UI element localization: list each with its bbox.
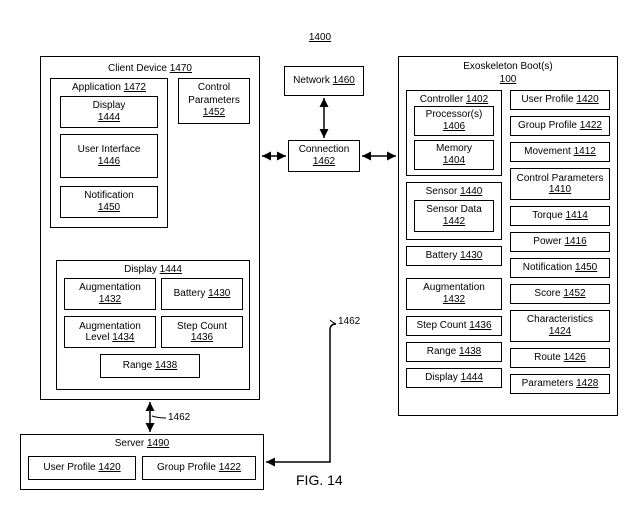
app-notification-box: Notification 1450	[60, 186, 158, 218]
exo-control-params-box: Control Parameters 1410	[510, 168, 610, 200]
exo-characteristics-label: Characteristics	[527, 314, 593, 327]
exo-sensor-data-label: Sensor Data	[426, 204, 482, 217]
exo-power-box: Power 1416	[510, 232, 610, 252]
dp-augmentation-label: Augmentation	[79, 282, 141, 295]
client-device-label: Client Device 1470	[108, 63, 192, 76]
dp-aug-level-label: Augmentation Level 1434	[68, 321, 152, 343]
exo-processor-ref: 1406	[443, 121, 465, 134]
dp-range-box: Range 1438	[100, 354, 200, 378]
app-ui-label: User Interface	[78, 144, 141, 157]
exo-memory-ref: 1404	[443, 155, 465, 168]
app-display-box: Display 1444	[60, 96, 158, 128]
network-label: Network 1460	[293, 75, 355, 88]
exo-sensor-data-box: Sensor Data 1442	[414, 200, 494, 232]
exo-power-label: Power 1416	[533, 236, 586, 249]
exo-notification-label: Notification 1450	[523, 262, 598, 275]
exo-range-label: Range 1438	[427, 346, 482, 359]
exo-display-label: Display 1444	[425, 372, 483, 385]
app-ui-box: User Interface 1446	[60, 134, 158, 178]
dp-step-count-box: Step Count 1436	[161, 316, 243, 348]
exo-torque-label: Torque 1414	[532, 210, 588, 223]
exo-controller-label: Controller 1402	[420, 94, 488, 107]
dp-battery-box: Battery 1430	[161, 278, 243, 310]
app-display-ref: 1444	[98, 112, 120, 125]
exo-step-count-label: Step Count 1436	[416, 320, 491, 333]
connection-box: Connection 1462	[288, 140, 360, 172]
exo-battery-label: Battery 1430	[426, 250, 483, 263]
client-control-params-ref: 1452	[203, 107, 225, 120]
dp-range-label: Range 1438	[123, 360, 178, 373]
network-box: Network 1460	[284, 66, 364, 96]
exo-sensor-label: Sensor 1440	[426, 186, 483, 199]
exo-user-profile-box: User Profile 1420	[510, 90, 610, 110]
server-group-profile-box: Group Profile 1422	[142, 456, 256, 480]
exo-parameters-label: Parameters 1428	[522, 378, 599, 391]
exo-group-profile-box: Group Profile 1422	[510, 116, 610, 136]
dp-augmentation-box: Augmentation 1432	[64, 278, 156, 310]
display-panel-label: Display 1444	[124, 264, 182, 277]
exo-notification-box: Notification 1450	[510, 258, 610, 278]
server-label: Server 1490	[115, 438, 169, 451]
exo-ref: 100	[500, 74, 517, 87]
exo-battery-box: Battery 1430	[406, 246, 502, 266]
app-display-label: Display	[93, 100, 126, 113]
dp-step-count-label: Step Count 1436	[165, 321, 239, 343]
server-group-profile-label: Group Profile 1422	[157, 462, 241, 475]
exo-characteristics-ref: 1424	[549, 326, 571, 339]
server-user-profile-box: User Profile 1420	[28, 456, 136, 480]
exo-parameters-box: Parameters 1428	[510, 374, 610, 394]
app-notification-label: Notification	[84, 190, 133, 203]
exo-label: Exoskeleton Boot(s)	[463, 61, 553, 74]
client-control-params-label: Control Parameters	[182, 82, 246, 107]
exo-group-profile-label: Group Profile 1422	[518, 120, 602, 133]
exo-step-count-box: Step Count 1436	[406, 316, 502, 336]
app-ui-ref: 1446	[98, 156, 120, 169]
exo-range-box: Range 1438	[406, 342, 502, 362]
exo-augmentation-ref: 1432	[443, 294, 465, 307]
exo-route-box: Route 1426	[510, 348, 610, 368]
exo-processor-label: Processor(s)	[426, 109, 483, 122]
client-control-params-box: Control Parameters 1452	[178, 78, 250, 124]
fig-number: 1400	[300, 32, 340, 43]
exo-memory-label: Memory	[436, 143, 472, 156]
exo-display-box: Display 1444	[406, 368, 502, 388]
dp-augmentation-ref: 1432	[99, 294, 121, 307]
exo-augmentation-box: Augmentation 1432	[406, 278, 502, 310]
exo-characteristics-box: Characteristics 1424	[510, 310, 610, 342]
application-label: Application 1472	[72, 82, 146, 95]
exo-score-box: Score 1452	[510, 284, 610, 304]
exo-movement-box: Movement 1412	[510, 142, 610, 162]
exo-user-profile-label: User Profile 1420	[521, 94, 598, 107]
exo-processor-box: Processor(s) 1406	[414, 106, 494, 136]
conn-ref-b: 1462	[338, 316, 360, 327]
exo-movement-label: Movement 1412	[524, 146, 596, 159]
dp-aug-level-box: Augmentation Level 1434	[64, 316, 156, 348]
conn-ref-a: 1462	[168, 412, 190, 423]
fig-caption: FIG. 14	[296, 472, 343, 488]
server-user-profile-label: User Profile 1420	[43, 462, 120, 475]
connection-ref: 1462	[313, 156, 335, 169]
exo-score-label: Score 1452	[534, 288, 585, 301]
exo-route-label: Route 1426	[534, 352, 586, 365]
exo-memory-box: Memory 1404	[414, 140, 494, 170]
exo-augmentation-label: Augmentation	[423, 282, 485, 295]
dp-battery-label: Battery 1430	[174, 288, 231, 301]
connection-label: Connection	[299, 144, 350, 157]
exo-control-params-label: Control Parameters 1410	[514, 173, 606, 195]
exo-torque-box: Torque 1414	[510, 206, 610, 226]
exo-sensor-data-ref: 1442	[443, 216, 465, 229]
app-notification-ref: 1450	[98, 202, 120, 215]
